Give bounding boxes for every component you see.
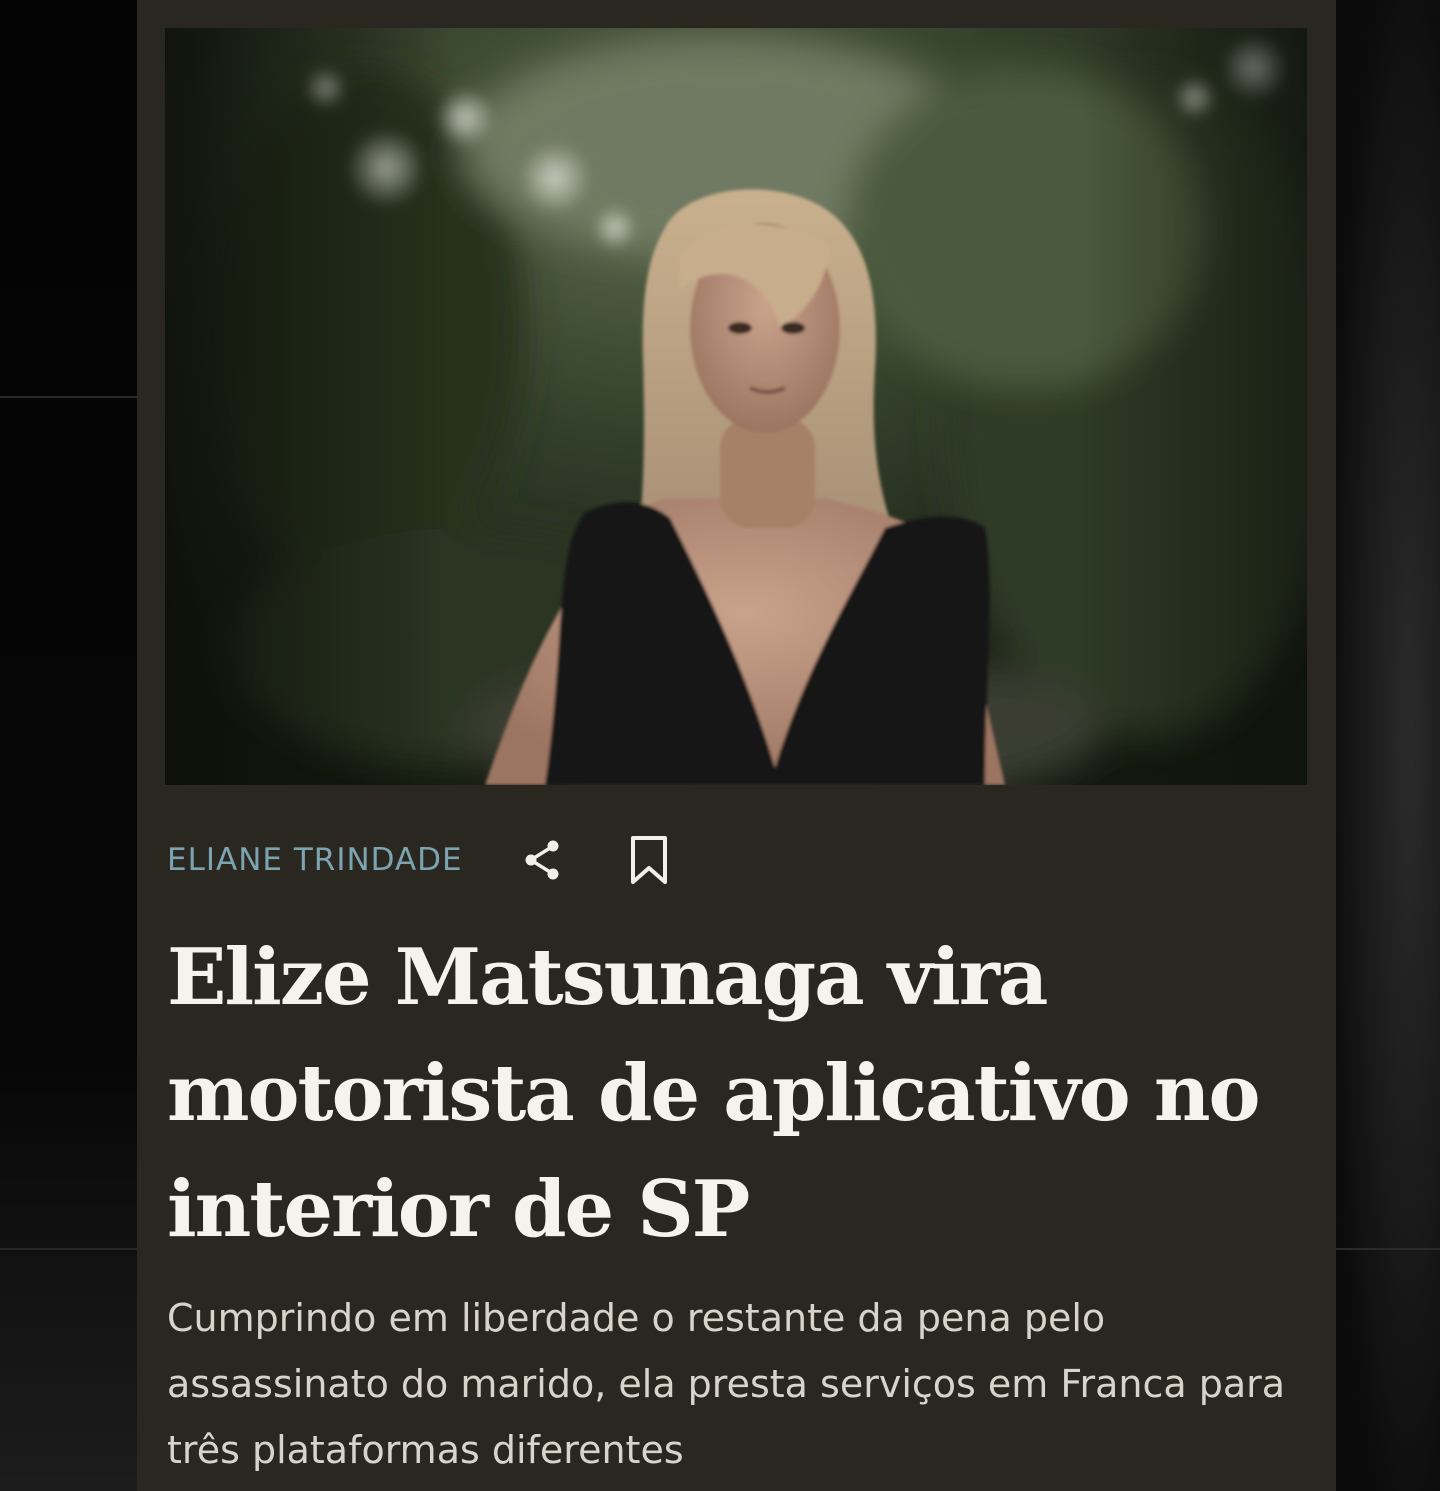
bookmark-button[interactable] (621, 832, 677, 888)
article-photo[interactable] (165, 28, 1307, 785)
background-divider (0, 1248, 137, 1250)
share-icon (525, 840, 559, 880)
share-button[interactable] (515, 832, 571, 888)
article-card[interactable]: ELIANE TRINDADE Elize Matsunaga vira mot… (137, 0, 1336, 1491)
article-meta: ELIANE TRINDADE (167, 830, 677, 890)
background-right-panel (1336, 0, 1440, 1491)
background-divider (0, 396, 137, 398)
author-byline[interactable]: ELIANE TRINDADE (167, 842, 463, 878)
background-divider (1336, 1248, 1440, 1250)
bookmark-icon (630, 836, 667, 884)
article-headline[interactable]: Elize Matsunaga vira motorista de aplica… (167, 920, 1287, 1268)
article-summary: Cumprindo em liberdade o restante da pen… (167, 1296, 1286, 1472)
background-left-panel (0, 0, 137, 1491)
portrait-photo (165, 28, 1307, 785)
